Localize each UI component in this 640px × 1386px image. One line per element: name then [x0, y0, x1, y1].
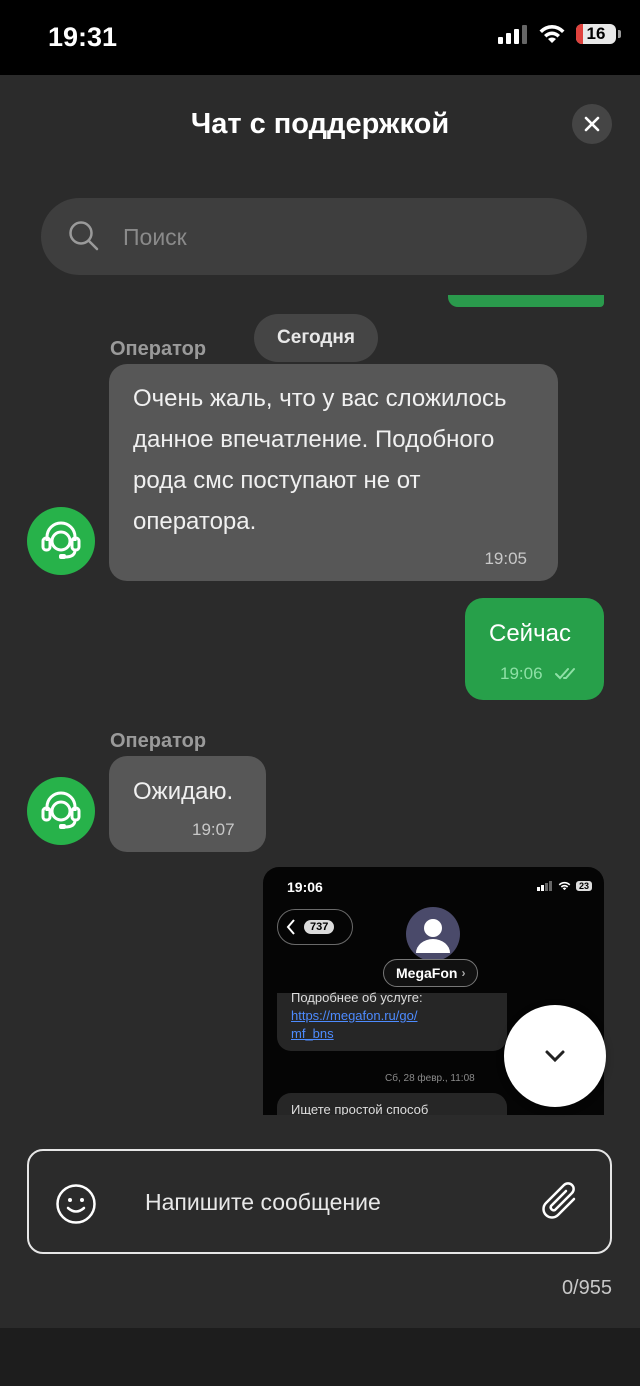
wifi-icon [539, 25, 565, 43]
search-input[interactable] [121, 216, 555, 258]
signal-icon [536, 881, 552, 891]
attachment-back-button: 737 [277, 909, 353, 945]
date-separator: Сегодня [254, 314, 378, 362]
unread-count: 737 [304, 920, 335, 934]
search-icon [69, 221, 99, 251]
page-title: Чат с поддержкой [190, 108, 450, 140]
bottom-bar [0, 1328, 640, 1386]
attachment-status-time: 19:06 [287, 879, 323, 895]
chevron-left-icon [286, 919, 295, 935]
message-sender: Оператор [110, 730, 207, 752]
attachment-message-text: Подробнее об услуге: [291, 990, 423, 1005]
signal-icon [498, 25, 527, 44]
chat-header: Чат с поддержкой [0, 75, 640, 175]
attachment-link: mf_bns [291, 1026, 334, 1041]
operator-avatar [27, 777, 95, 845]
message-bubble-incoming[interactable]: Очень жаль, что у вас сложилось данное в… [109, 364, 558, 581]
message-sender: Оператор [110, 338, 207, 360]
message-composer [27, 1149, 612, 1254]
operator-headset-icon [41, 791, 81, 829]
chevron-down-icon [545, 1050, 565, 1063]
chevron-right-icon: › [461, 966, 466, 980]
emoji-icon[interactable] [55, 1183, 97, 1225]
previous-message-edge [448, 295, 604, 307]
message-time: 19:07 [192, 820, 235, 839]
message-text: Очень жаль, что у вас сложилось данное в… [133, 385, 507, 535]
chat-messages[interactable]: Сегодня Оператор Очень жаль, что у вас с… [0, 280, 640, 1115]
close-icon [584, 116, 600, 132]
message-text: Сейчас [489, 620, 571, 647]
wifi-icon [558, 881, 571, 891]
person-icon [416, 919, 450, 953]
attachment-message: Ищете простой способ [277, 1093, 507, 1115]
attachment-message: Подробнее об услуге: https://megafon.ru/… [277, 990, 507, 1051]
status-icons: 16 [498, 24, 621, 44]
message-bubble-outgoing[interactable]: Сейчас 19:06 [465, 598, 604, 700]
attachment-battery: 23 [575, 881, 592, 891]
message-bubble-incoming[interactable]: Ожидаю. 19:07 [109, 756, 266, 852]
contact-avatar [406, 907, 460, 961]
double-check-icon [555, 668, 575, 680]
battery-indicator: 16 [576, 24, 621, 44]
status-bar: 19:31 16 [0, 0, 640, 75]
attachment-date: Сб, 28 февр., 11:08 [385, 1073, 475, 1084]
operator-headset-icon [41, 521, 81, 559]
operator-avatar [27, 507, 95, 575]
attachment-link: https://megafon.ru/go/ [291, 1008, 418, 1023]
search-bar [41, 198, 587, 275]
message-text: Ожидаю. [133, 778, 234, 805]
character-counter: 0/955 [561, 1277, 612, 1299]
scroll-down-button[interactable] [504, 1005, 606, 1107]
status-time: 19:31 [48, 22, 118, 52]
paperclip-icon[interactable] [538, 1179, 582, 1223]
contact-name: MegaFon › [383, 959, 479, 987]
close-button[interactable] [572, 104, 612, 144]
attachment-status-icons: 23 [536, 881, 592, 891]
message-time: 19:05 [484, 549, 527, 568]
message-input[interactable] [143, 1181, 507, 1223]
attachment-message-text: Ищете простой способ [291, 1102, 429, 1115]
message-time: 19:06 [500, 664, 543, 683]
